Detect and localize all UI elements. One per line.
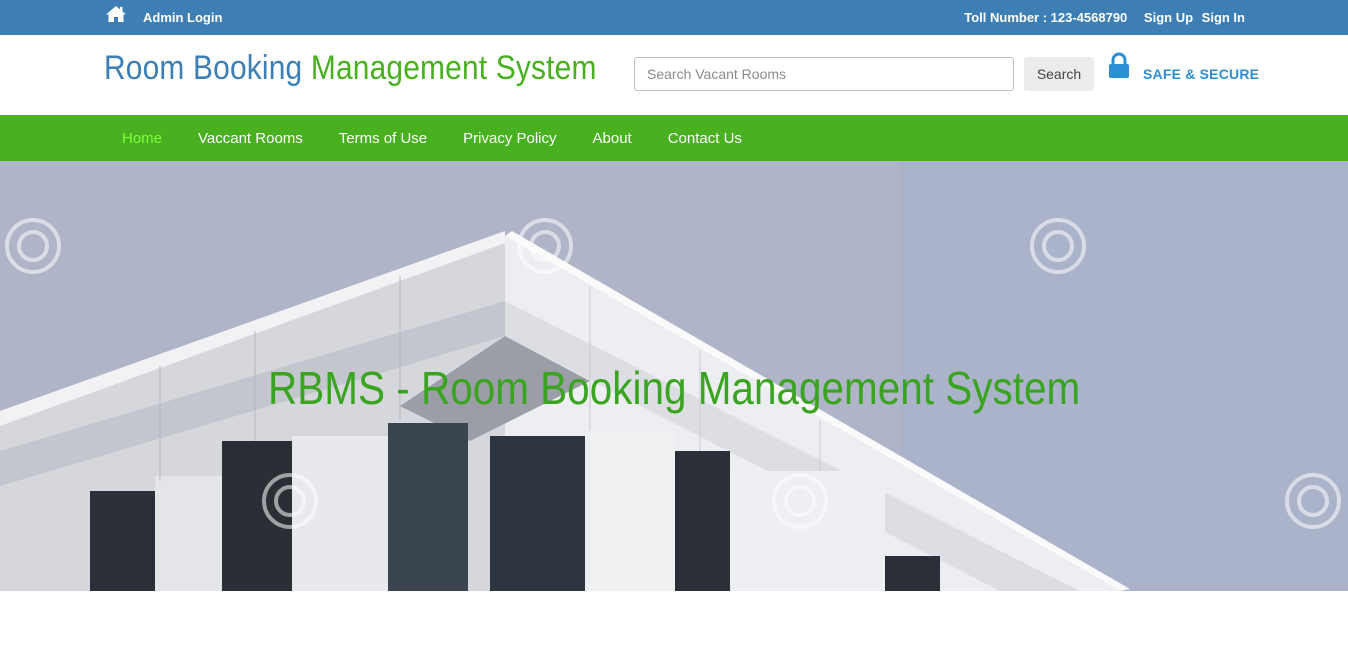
hero-title: RBMS - Room Booking Management System: [268, 362, 1081, 414]
page-bottom: [0, 591, 1348, 659]
logo-text-green: Management System: [310, 49, 597, 87]
toll-number: Toll Number : 123-4568790: [964, 10, 1128, 25]
top-right-links: Toll Number : 123-4568790 Sign Up Sign I…: [964, 10, 1245, 25]
admin-login-link[interactable]: Admin Login: [143, 10, 222, 25]
lock-icon: [1109, 52, 1129, 78]
search-input[interactable]: [634, 57, 1014, 91]
nav-item-privacy-policy[interactable]: Privacy Policy: [445, 115, 574, 161]
top-bar: Admin Login Toll Number : 123-4568790 Si…: [0, 0, 1348, 35]
logo-text-blue: Room Booking: [104, 49, 303, 87]
hero-banner: RBMS - Room Booking Management System: [0, 161, 1348, 591]
safe-secure-label: SAFE & SECURE: [1143, 66, 1260, 82]
sign-in-link[interactable]: Sign In: [1202, 10, 1245, 25]
main-nav: Home Vaccant Rooms Terms of Use Privacy …: [0, 115, 1348, 161]
nav-item-terms-of-use[interactable]: Terms of Use: [321, 115, 445, 161]
nav-item-about[interactable]: About: [575, 115, 650, 161]
site-logo[interactable]: Room Booking Management System: [104, 49, 597, 88]
nav-item-contact-us[interactable]: Contact Us: [650, 115, 760, 161]
sign-up-link[interactable]: Sign Up: [1144, 10, 1193, 25]
nav-item-vaccant-rooms[interactable]: Vaccant Rooms: [180, 115, 321, 161]
search-button[interactable]: Search: [1024, 57, 1094, 91]
home-icon[interactable]: [105, 5, 127, 23]
nav-item-home[interactable]: Home: [104, 115, 180, 161]
site-header: Room Booking Management System Search SA…: [0, 35, 1348, 115]
